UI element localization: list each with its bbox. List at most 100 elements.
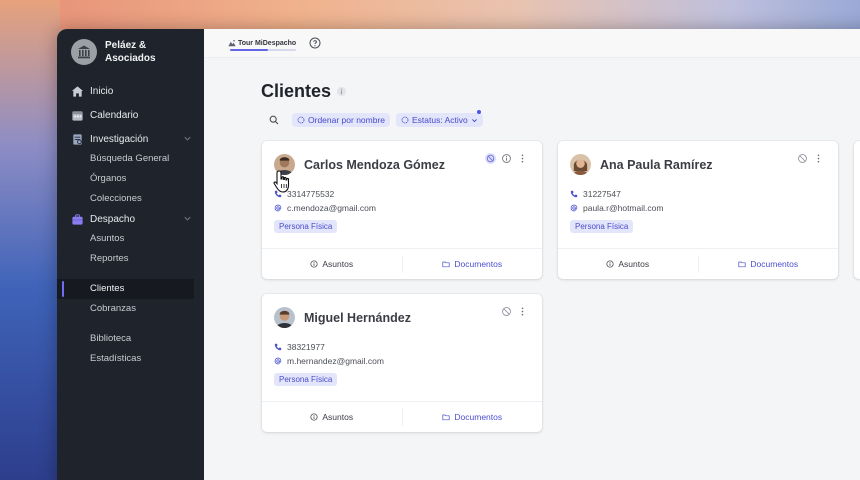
phone-icon — [274, 343, 282, 351]
documentos-label: Documentos — [454, 412, 503, 422]
brand-name: Peláez & Asociados — [105, 40, 156, 64]
disable-icon[interactable] — [501, 306, 512, 317]
client-phone: 31227547 — [570, 189, 621, 199]
app-window: Peláez & Asociados Inicio Calendario Inv… — [57, 29, 860, 480]
documentos-button[interactable]: Documentos — [403, 255, 543, 273]
card-header: Ana Paula Ramírez — [570, 154, 713, 175]
sidebar-item-label: Calendario — [90, 109, 139, 121]
main-area: Tour MiDespacho Clientes Ordenar por nom… — [204, 29, 860, 480]
tour-button[interactable]: Tour MiDespacho — [228, 29, 297, 58]
client-card[interactable]: Ana Paula Ramírez 31227547 paula.r@hotma… — [558, 141, 838, 279]
brand-logo-icon — [71, 39, 97, 65]
avatar — [274, 307, 295, 328]
disable-icon[interactable] — [485, 153, 496, 164]
card-actions — [496, 306, 528, 317]
client-card[interactable]: Miguel Hernández 38321977 m.hernandez@gm… — [262, 294, 542, 432]
chevron-down-icon — [471, 118, 477, 122]
info-icon — [310, 260, 318, 268]
folder-icon — [442, 261, 450, 268]
sidebar-item-investigacion[interactable]: Investigación — [57, 129, 204, 149]
client-card[interactable]: Carlos Mendoza Gómez 3314775532 c.mendoz… — [262, 141, 542, 279]
client-email: c.mendoza@gmail.com — [274, 203, 376, 213]
content: Clientes Ordenar por nombre Estatus: Act… — [261, 69, 860, 480]
sort-icon — [297, 116, 305, 124]
card-header: Miguel Hernández — [274, 307, 411, 328]
more-options-icon[interactable] — [517, 306, 528, 317]
status-chip[interactable]: Estatus: Activo — [396, 110, 483, 127]
sidebar-subitem-organos[interactable]: Órganos — [57, 169, 204, 189]
at-icon — [274, 357, 282, 365]
sidebar-subitem-biblioteca[interactable]: Biblioteca — [57, 329, 204, 349]
card-actions — [792, 153, 824, 164]
briefcase-icon — [71, 213, 84, 226]
home-icon — [71, 85, 84, 98]
sidebar-item-despacho[interactable]: Despacho — [57, 209, 204, 229]
folder-icon — [442, 414, 450, 421]
brand[interactable]: Peláez & Asociados — [57, 39, 204, 65]
document-icon — [71, 133, 84, 146]
info-icon[interactable] — [501, 153, 512, 164]
sidebar-subitem-reportes[interactable]: Reportes — [57, 249, 204, 269]
sort-chip[interactable]: Ordenar por nombre — [292, 113, 391, 127]
asuntos-label: Asuntos — [322, 412, 354, 422]
documentos-label: Documentos — [454, 259, 503, 269]
mountain-icon — [228, 39, 236, 47]
active-filter-dot — [476, 110, 481, 114]
chevron-down-icon[interactable] — [183, 214, 192, 223]
documentos-label: Documentos — [750, 259, 799, 269]
disable-icon[interactable] — [797, 153, 808, 164]
documentos-button[interactable]: Documentos — [403, 408, 543, 426]
client-type-badge: Persona Física — [274, 373, 338, 386]
info-icon — [606, 260, 614, 268]
more-options-icon[interactable] — [813, 153, 824, 164]
client-name[interactable]: Miguel Hernández — [304, 311, 411, 325]
client-phone: 38321977 — [274, 342, 325, 352]
filter-icon — [401, 116, 409, 124]
folder-icon — [738, 261, 746, 268]
sidebar-subitem-clientes[interactable]: Clientes — [57, 279, 194, 299]
card-header: Carlos Mendoza Gómez — [274, 154, 445, 175]
email-text: c.mendoza@gmail.com — [287, 203, 376, 213]
sidebar-item-label: Inicio — [90, 85, 114, 97]
tour-label: Tour MiDespacho — [238, 39, 297, 47]
sidebar-subitem-asuntos[interactable]: Asuntos — [57, 229, 204, 249]
sidebar-subitem-estadisticas[interactable]: Estadísticas — [57, 349, 204, 369]
card-actions — [480, 153, 528, 164]
client-name[interactable]: Ana Paula Ramírez — [600, 158, 713, 172]
sidebar-subitem-colecciones[interactable]: Colecciones — [57, 189, 204, 209]
documentos-button[interactable]: Documentos — [699, 255, 839, 273]
sidebar-subitem-cobranzas[interactable]: Cobranzas — [57, 299, 204, 319]
search-icon[interactable] — [269, 115, 279, 125]
phone-icon — [570, 190, 578, 198]
sidebar-item-calendario[interactable]: Calendario — [57, 105, 204, 125]
client-type-badge: Persona Física — [274, 220, 338, 233]
more-options-icon[interactable] — [517, 153, 528, 164]
asuntos-button[interactable]: Asuntos — [262, 255, 403, 273]
at-icon — [274, 204, 282, 212]
sidebar: Peláez & Asociados Inicio Calendario Inv… — [57, 29, 204, 480]
help-icon[interactable] — [309, 37, 321, 49]
info-icon[interactable] — [336, 86, 347, 97]
asuntos-label: Asuntos — [322, 259, 354, 269]
card-footer: Asuntos Documentos — [558, 248, 838, 279]
asuntos-label: Asuntos — [618, 259, 650, 269]
status-chip-label: Estatus: Activo — [412, 115, 468, 125]
sidebar-item-inicio[interactable]: Inicio — [57, 81, 204, 101]
asuntos-button[interactable]: Asuntos — [558, 255, 699, 273]
sidebar-subitem-busqueda-general[interactable]: Búsqueda General — [57, 149, 204, 169]
client-email: m.hernandez@gmail.com — [274, 356, 384, 366]
info-icon — [310, 413, 318, 421]
chevron-down-icon[interactable] — [183, 134, 192, 143]
sidebar-item-label: Despacho — [90, 213, 136, 225]
card-footer: Asuntos Documentos — [262, 248, 542, 279]
phone-text: 31227547 — [583, 189, 621, 199]
phone-text: 38321977 — [287, 342, 325, 352]
topbar: Tour MiDespacho — [204, 29, 860, 58]
page-title-text: Clientes — [261, 81, 332, 101]
asuntos-button[interactable]: Asuntos — [262, 408, 403, 426]
client-card-partial[interactable] — [854, 141, 860, 279]
avatar — [570, 154, 591, 175]
filter-bar: Ordenar por nombre Estatus: Activo — [269, 110, 489, 127]
client-name[interactable]: Carlos Mendoza Gómez — [304, 158, 445, 172]
desktop-wallpaper-left — [0, 0, 60, 480]
